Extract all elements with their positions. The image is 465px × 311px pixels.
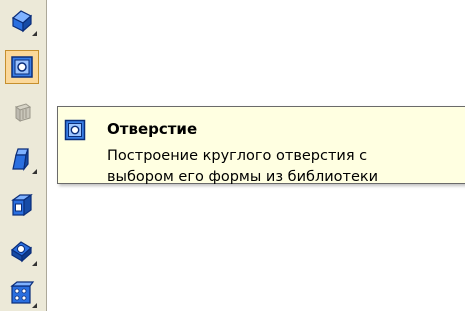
- hole-icon: [64, 119, 86, 141]
- tooltip-title: Отверстие: [107, 120, 198, 138]
- submenu-arrow-icon: [32, 303, 37, 308]
- pocket-button[interactable]: [5, 188, 39, 222]
- hole-button[interactable]: [5, 50, 39, 84]
- submenu-arrow-icon: [32, 169, 37, 174]
- shell-icon: [10, 146, 34, 172]
- submenu-arrow-icon: [32, 261, 37, 266]
- rib-icon: [10, 101, 34, 125]
- shell-button[interactable]: [5, 142, 39, 176]
- tooltip-description: Построение круглого отверстия с выбором …: [107, 146, 378, 188]
- vertical-toolbar: [0, 0, 46, 311]
- tooltip: Отверстие Построение круглого отверстия …: [57, 106, 465, 185]
- hole-icon: [10, 55, 34, 79]
- tooltip-description-line-1: Построение круглого отверстия с: [107, 148, 368, 164]
- submenu-arrow-icon: [32, 31, 37, 36]
- chamfer-button[interactable]: [5, 234, 39, 268]
- tooltip-description-line-2: выбором его формы из библиотеки: [107, 169, 379, 185]
- pattern-button[interactable]: [5, 276, 39, 310]
- extrude-button[interactable]: [5, 4, 39, 38]
- toolbar-border-highlight: [47, 0, 48, 311]
- rib-button[interactable]: [5, 96, 39, 130]
- screen: Отверстие Построение круглого отверстия …: [0, 0, 465, 311]
- tapered-hole-icon: [10, 192, 34, 218]
